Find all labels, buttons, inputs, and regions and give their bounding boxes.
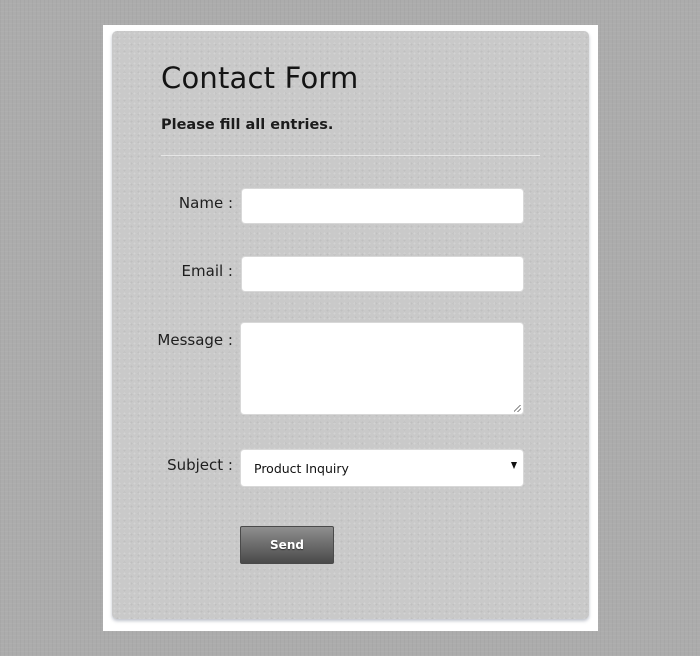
chevron-down-icon	[511, 462, 517, 469]
message-label: Message :	[157, 331, 233, 349]
form-frame: Contact Form Please fill all entries. Na…	[103, 25, 598, 631]
message-textarea[interactable]	[240, 322, 524, 415]
resize-grip-icon[interactable]	[514, 405, 521, 412]
email-input[interactable]	[241, 256, 524, 292]
subject-selected-value: Product Inquiry	[254, 461, 349, 476]
subject-label: Subject :	[167, 456, 233, 474]
name-label: Name :	[178, 194, 233, 212]
email-label: Email :	[181, 262, 233, 280]
subject-select[interactable]: Product Inquiry	[240, 449, 524, 487]
form-title: Contact Form	[161, 61, 359, 95]
form-subtitle: Please fill all entries.	[161, 117, 334, 133]
contact-form-panel: Contact Form Please fill all entries. Na…	[112, 31, 589, 619]
divider	[161, 155, 540, 156]
send-button[interactable]: Send	[240, 526, 334, 564]
name-input[interactable]	[241, 188, 524, 224]
